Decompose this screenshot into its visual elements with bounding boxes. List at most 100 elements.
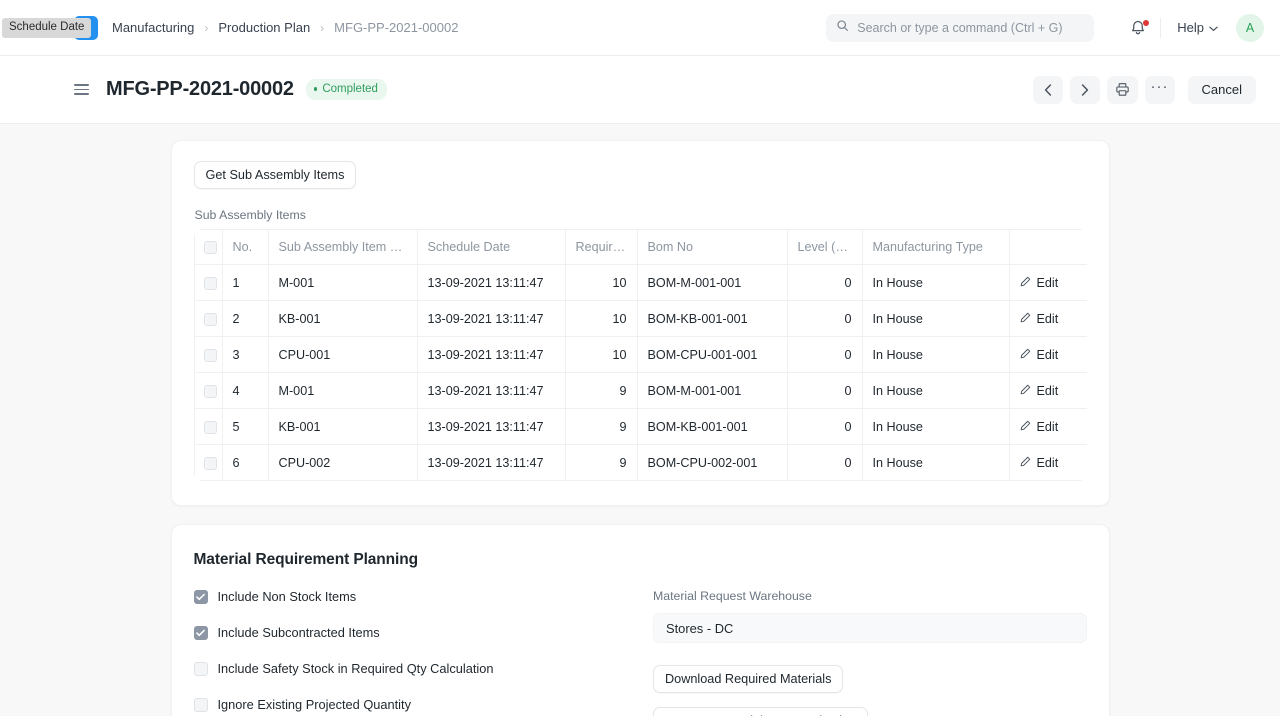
cell-level[interactable]: 0	[786, 372, 863, 409]
search-input[interactable]	[857, 20, 1085, 35]
column-header-item-code[interactable]: Sub Assembly Item C...	[267, 229, 418, 265]
cell-level[interactable]: 0	[786, 300, 863, 337]
cell-bom-no[interactable]: BOM-CPU-001-001	[636, 336, 788, 373]
cell-item-code[interactable]: M-001	[267, 264, 418, 301]
table-row[interactable]: 3 CPU-001 13-09-2021 13:11:47 10 BOM-CPU-001…	[193, 336, 1087, 373]
download-required-materials-button[interactable]: Download Required Materials	[652, 665, 844, 693]
cell-manufacturing-type[interactable]: In House	[861, 264, 1010, 301]
breadcrumb-separator-icon: ›	[320, 20, 325, 35]
edit-label: Edit	[1036, 383, 1059, 398]
cell-manufacturing-type[interactable]: In House	[861, 408, 1010, 445]
column-header-schedule-date[interactable]: Schedule Date	[416, 229, 566, 265]
cell-bom-no[interactable]: BOM-KB-001-001	[636, 408, 788, 445]
edit-row-button[interactable]: Edit	[1020, 312, 1077, 326]
checkbox-1[interactable]	[193, 625, 208, 640]
notifications-button[interactable]	[1116, 19, 1160, 36]
cell-required-qty[interactable]: 9	[564, 408, 638, 445]
cell-manufacturing-type[interactable]: In House	[861, 444, 1010, 481]
row-checkbox[interactable]	[203, 276, 217, 290]
edit-row-button[interactable]: Edit	[1020, 384, 1077, 398]
checkbox-2[interactable]	[193, 661, 208, 676]
edit-row-button[interactable]: Edit	[1020, 420, 1077, 434]
cell-schedule-date[interactable]: 13-09-2021 13:11:47	[416, 300, 566, 337]
cell-actions: Edit	[1008, 300, 1087, 337]
breadcrumb-item-production-plan[interactable]: Production Plan	[218, 20, 310, 35]
cell-required-qty[interactable]: 10	[564, 336, 638, 373]
get-sub-assembly-items-button[interactable]: Get Sub Assembly Items	[193, 161, 357, 189]
row-checkbox[interactable]	[203, 348, 217, 362]
cell-item-code[interactable]: CPU-002	[267, 444, 418, 481]
table-row[interactable]: 6 CPU-002 13-09-2021 13:11:47 9 BOM-CPU-002-…	[193, 444, 1087, 481]
table-row[interactable]: 2 KB-001 13-09-2021 13:11:47 10 BOM-KB-001-0…	[193, 300, 1087, 337]
edit-row-button[interactable]: Edit	[1020, 276, 1077, 290]
cell-level[interactable]: 0	[786, 336, 863, 373]
cell-bom-no[interactable]: BOM-M-001-001	[636, 264, 788, 301]
cell-required-qty[interactable]: 10	[564, 300, 638, 337]
cell-bom-no[interactable]: BOM-KB-001-001	[636, 300, 788, 337]
material-request-warehouse-input[interactable]: Stores - DC	[652, 613, 1087, 643]
row-checkbox[interactable]	[203, 420, 217, 434]
cell-level[interactable]: 0	[786, 444, 863, 481]
table-row[interactable]: 4 M-001 13-09-2021 13:11:47 9 BOM-M-001-001 0…	[193, 372, 1087, 409]
column-header-no[interactable]: No.	[221, 229, 269, 265]
cell-item-code[interactable]: M-001	[267, 372, 418, 409]
print-button[interactable]	[1106, 75, 1138, 104]
avatar[interactable]: A	[1236, 13, 1264, 42]
mrp-checkbox-row[interactable]: Include Non Stock Items	[193, 589, 653, 604]
cell-required-qty[interactable]: 9	[564, 444, 638, 481]
cell-schedule-date[interactable]: 13-09-2021 13:11:47	[416, 372, 566, 409]
cell-manufacturing-type[interactable]: In House	[861, 372, 1010, 409]
cell-level[interactable]: 0	[786, 408, 863, 445]
row-select-cell	[193, 264, 223, 301]
column-header-bom-no[interactable]: Bom No	[636, 229, 788, 265]
checkbox-3[interactable]	[193, 697, 208, 712]
next-document-button[interactable]	[1069, 75, 1100, 104]
get-raw-materials-button[interactable]: Get Raw Materials For Production	[652, 707, 869, 716]
table-row[interactable]: 1 M-001 13-09-2021 13:11:47 10 BOM-M-001-001…	[193, 264, 1087, 301]
prev-document-button[interactable]	[1032, 75, 1063, 104]
edit-row-button[interactable]: Edit	[1020, 348, 1077, 362]
cell-schedule-date[interactable]: 13-09-2021 13:11:47	[416, 444, 566, 481]
hamburger-icon[interactable]	[74, 84, 89, 95]
cell-schedule-date[interactable]: 13-09-2021 13:11:47	[416, 264, 566, 301]
cell-manufacturing-type[interactable]: In House	[861, 300, 1010, 337]
cell-no: 3	[221, 336, 269, 373]
column-header-required-qty[interactable]: Require...	[564, 229, 638, 265]
cell-bom-no[interactable]: BOM-CPU-002-001	[636, 444, 788, 481]
search-box[interactable]	[826, 13, 1095, 42]
mrp-checkbox-row[interactable]: Ignore Existing Projected Quantity	[193, 697, 653, 712]
cancel-button[interactable]: Cancel	[1187, 75, 1256, 104]
cell-item-code[interactable]: KB-001	[267, 300, 418, 337]
cell-no: 4	[221, 372, 269, 409]
column-header-level[interactable]: Level (B...	[786, 229, 863, 265]
breadcrumb-item-manufacturing[interactable]: Manufacturing	[112, 20, 194, 35]
cell-schedule-date[interactable]: 13-09-2021 13:11:47	[416, 408, 566, 445]
cell-required-qty[interactable]: 9	[564, 372, 638, 409]
more-options-button[interactable]: ···	[1144, 75, 1175, 104]
breadcrumb: Manufacturing › Production Plan › MFG-PP…	[112, 20, 458, 35]
page-header: MFG-PP-2021-00002 Completed ··· Cancel	[0, 56, 1280, 124]
checkbox-0[interactable]	[193, 589, 208, 604]
help-menu[interactable]: Help	[1161, 20, 1231, 35]
column-header-manufacturing-type[interactable]: Manufacturing Type	[861, 229, 1010, 265]
table-body: 1 M-001 13-09-2021 13:11:47 10 BOM-M-001-001…	[193, 264, 1087, 481]
table-row[interactable]: 5 KB-001 13-09-2021 13:11:47 9 BOM-KB-001-00…	[193, 408, 1087, 445]
mrp-checkbox-row[interactable]: Include Safety Stock in Required Qty Cal…	[193, 661, 653, 676]
row-checkbox[interactable]	[203, 456, 217, 470]
row-checkbox[interactable]	[203, 384, 217, 398]
mrp-checkbox-row[interactable]: Include Subcontracted Items	[193, 625, 653, 640]
cell-bom-no[interactable]: BOM-M-001-001	[636, 372, 788, 409]
cell-level[interactable]: 0	[786, 264, 863, 301]
status-badge: Completed	[305, 79, 387, 100]
cell-manufacturing-type[interactable]: In House	[861, 336, 1010, 373]
navbar-right: Help A	[826, 13, 1264, 42]
cell-item-code[interactable]: KB-001	[267, 408, 418, 445]
edit-row-button[interactable]: Edit	[1020, 456, 1077, 470]
row-checkbox[interactable]	[203, 312, 217, 326]
cell-item-code[interactable]: CPU-001	[267, 336, 418, 373]
row-select-cell	[193, 336, 223, 373]
cell-schedule-date[interactable]: 13-09-2021 13:11:47	[416, 336, 566, 373]
cell-required-qty[interactable]: 10	[564, 264, 638, 301]
pencil-icon	[1020, 384, 1031, 398]
select-all-checkbox[interactable]	[203, 241, 217, 255]
